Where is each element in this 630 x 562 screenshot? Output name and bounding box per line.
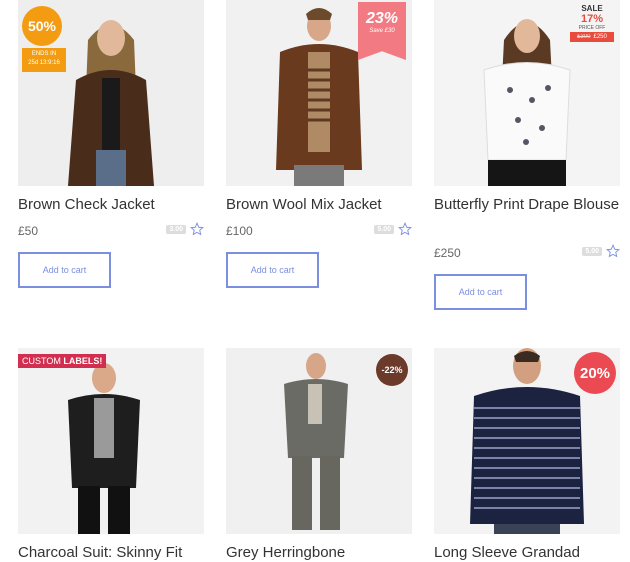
product-price: £100 xyxy=(226,224,253,238)
product-card: 50% ENDS IN 25d 13:9:16 Brown Check Jack… xyxy=(18,0,204,288)
product-title[interactable]: Grey Herringbone xyxy=(226,542,412,562)
rating-badge: 5.00 xyxy=(374,224,394,234)
sale-prices: £300 £250 xyxy=(570,32,614,42)
product-card: SALE 17% PRICE OFF £300 £250 Butterfly Pr… xyxy=(434,0,620,310)
countdown-time: 25d 13:9:16 xyxy=(28,60,60,66)
rating-badge: 3.00 xyxy=(166,224,186,234)
product-title[interactable]: Long Sleeve Grandad xyxy=(434,542,620,562)
product-title[interactable]: Brown Check Jacket xyxy=(18,194,204,216)
countdown-title: ENDS IN xyxy=(31,51,57,57)
discount-badge: -22% xyxy=(376,354,408,386)
product-image[interactable]: -22% xyxy=(226,348,412,534)
product-title[interactable]: Charcoal Suit: Skinny Fit xyxy=(18,542,204,562)
product-card: -22% Grey Herringbone xyxy=(226,348,412,561)
star-icon[interactable] xyxy=(190,222,204,236)
custom-label-bold: LABELS! xyxy=(63,356,103,366)
product-card: 23% Save £30 Brown Wool Mix Jacket £100 … xyxy=(226,0,412,288)
old-price: £300 xyxy=(577,34,591,40)
rating-group: 3.00 xyxy=(166,222,204,236)
price-off-text: PRICE OFF xyxy=(578,25,606,31)
countdown-badge: ENDS IN 25d 13:9:16 xyxy=(22,48,66,72)
product-image[interactable]: 50% ENDS IN 25d 13:9:16 xyxy=(18,0,204,186)
discount-badge: 23% Save £30 xyxy=(358,2,406,60)
discount-badge: 50% xyxy=(22,6,62,46)
new-price: £250 xyxy=(593,34,607,40)
rating-badge: 5.00 xyxy=(582,246,602,256)
product-image[interactable]: CUSTOM LABELS! xyxy=(18,348,204,534)
product-price: £250 xyxy=(434,246,461,260)
product-title[interactable]: Brown Wool Mix Jacket xyxy=(226,194,412,216)
star-icon[interactable] xyxy=(606,244,620,258)
product-image[interactable]: 23% Save £30 xyxy=(226,0,412,186)
add-to-cart-button[interactable]: Add to cart xyxy=(226,252,319,288)
add-to-cart-button[interactable]: Add to cart xyxy=(18,252,111,288)
custom-label-text: CUSTOM xyxy=(22,356,64,366)
rating-group: 5.00 xyxy=(374,222,412,236)
product-image[interactable]: SALE 17% PRICE OFF £300 £250 xyxy=(434,0,620,186)
product-price: £50 xyxy=(18,224,39,238)
sale-text: SALE xyxy=(581,4,603,13)
custom-label-badge: CUSTOM LABELS! xyxy=(18,354,107,368)
rating-group: 5.00 xyxy=(582,244,620,258)
product-photo xyxy=(18,348,204,534)
product-card: CUSTOM LABELS! Charcoal Suit: Skinny Fit xyxy=(18,348,204,561)
discount-save: Save £30 xyxy=(369,28,395,34)
star-icon[interactable] xyxy=(398,222,412,236)
sale-badge: SALE 17% PRICE OFF £300 £250 xyxy=(570,4,614,42)
product-image[interactable]: 20% xyxy=(434,348,620,534)
add-to-cart-button[interactable]: Add to cart xyxy=(434,274,527,310)
product-title[interactable]: Butterfly Print Drape Blouse xyxy=(434,194,620,216)
discount-percent: 23% xyxy=(365,10,399,27)
discount-badge: 20% xyxy=(574,352,616,394)
product-card: 20% Long Sleeve Grandad xyxy=(434,348,620,561)
sale-percent: 17% xyxy=(580,13,604,25)
